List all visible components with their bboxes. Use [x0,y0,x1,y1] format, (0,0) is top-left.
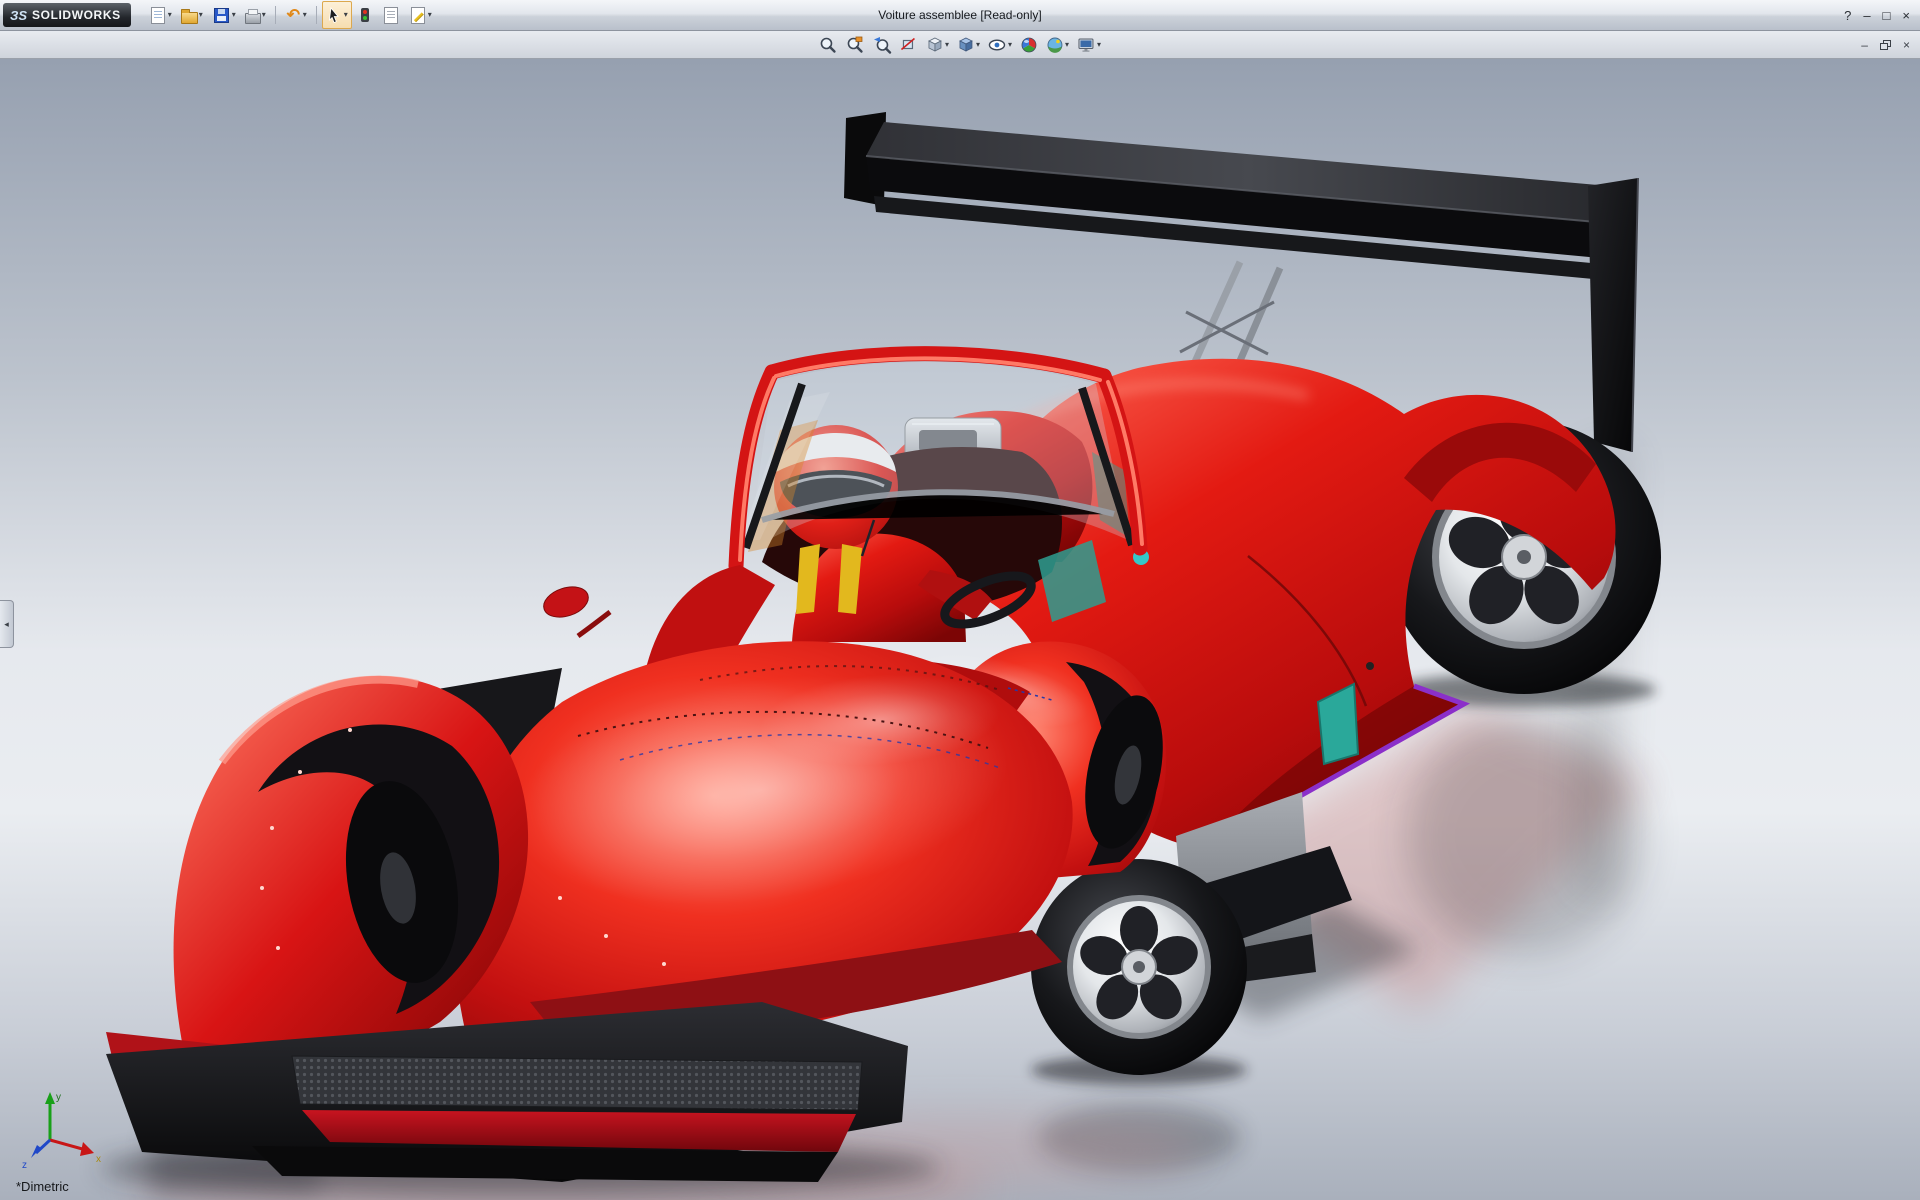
help-button[interactable]: ? [1844,8,1851,23]
heads-up-view-toolbar: ▾ ▾ ▾ [817,31,1103,58]
zoom-to-area-icon [846,36,865,54]
doc-close-button[interactable]: × [1903,38,1910,52]
view-orientation-button[interactable]: ▾ [924,33,951,57]
graphics-viewport[interactable]: y x z *Dimetric [0,59,1920,1200]
triad-x-label: x [96,1154,101,1165]
edit-appearance-button[interactable] [1018,33,1040,57]
rebuild-button[interactable] [353,1,377,29]
view-orientation-cube-icon [926,36,944,53]
print-icon [245,13,261,24]
new-document-button[interactable]: ▾ [145,1,176,29]
select-cursor-icon [326,7,343,24]
chevron-down-icon[interactable]: ▾ [199,11,203,19]
options-button[interactable]: ▾ [405,1,436,29]
hide-show-items-button[interactable]: ▾ [986,33,1014,57]
chevron-down-icon[interactable]: ▾ [303,11,307,19]
doc-restore-button[interactable] [1880,40,1891,50]
triad-y-label: y [56,1092,61,1103]
chevron-down-icon[interactable]: ▾ [428,11,432,19]
previous-view-button[interactable] [871,33,894,57]
minimize-button[interactable]: – [1863,8,1870,23]
heads-up-bar: ▾ ▾ ▾ [0,31,1920,59]
chevron-down-icon[interactable]: ▾ [168,11,172,19]
view-settings-monitor-icon [1077,36,1096,54]
solidworks-window: ЗS SOLIDWORKS ▾ ▾ ▾ ▾ ↶ ▾ [0,0,1920,1200]
toolbar-separator [275,6,276,24]
display-style-button[interactable]: ▾ [955,33,982,57]
rear-left-wheel [1031,859,1247,1075]
rebuild-traffic-light-icon [361,8,369,22]
chevron-down-icon[interactable]: ▾ [945,41,949,49]
grille-mesh [292,1056,862,1110]
display-style-cube-icon [957,36,975,53]
chevron-down-icon[interactable]: ▾ [262,11,266,19]
chevron-down-icon[interactable]: ▾ [1065,41,1069,49]
chevron-down-icon[interactable]: ▾ [232,11,236,19]
select-button[interactable]: ▾ [322,1,352,29]
title-bar: ЗS SOLIDWORKS ▾ ▾ ▾ ▾ ↶ ▾ [0,0,1920,31]
previous-view-icon [873,36,892,54]
view-settings-button[interactable]: ▾ [1075,33,1103,57]
scene-sphere-icon [1046,36,1064,54]
save-button[interactable]: ▾ [208,1,240,29]
appearance-sphere-icon [1020,36,1038,54]
new-document-icon [151,7,165,24]
maximize-button[interactable]: □ [1883,8,1891,23]
featuremanager-collapsed-tab[interactable]: ◂ [0,600,14,648]
window-controls: ? – □ × [1844,0,1910,30]
model-viewport-canvas: y x z [0,59,1920,1200]
document-title: Voiture assemblee [Read-only] [878,0,1041,30]
undo-arrow-icon: ↶ [285,7,302,24]
section-view-icon [900,36,918,54]
zoom-to-area-button[interactable] [844,33,867,57]
chevron-down-icon[interactable]: ▾ [1097,41,1101,49]
solidworks-logo: ЗS SOLIDWORKS [3,3,131,27]
triad-z-label: z [22,1160,27,1171]
open-button[interactable]: ▾ [177,1,207,29]
file-properties-icon [384,7,398,24]
document-window-controls: – × [1861,31,1910,58]
main-toolbar: ▾ ▾ ▾ ▾ ↶ ▾ [145,1,436,29]
section-view-button[interactable] [898,33,920,57]
open-folder-icon [181,12,198,24]
chevron-down-icon[interactable]: ▾ [1008,41,1012,49]
print-button[interactable]: ▾ [241,1,270,29]
3ds-logo-mark: ЗS [10,8,27,23]
close-button[interactable]: × [1902,8,1910,23]
eye-icon [988,36,1007,54]
toolbar-separator [316,6,317,24]
apply-scene-button[interactable]: ▾ [1044,33,1071,57]
zoom-to-fit-icon [819,36,838,54]
doc-minimize-button[interactable]: – [1861,38,1868,52]
chevron-down-icon[interactable]: ▾ [344,11,348,19]
file-properties-button[interactable] [378,1,404,29]
undo-button[interactable]: ↶ ▾ [281,1,311,29]
view-orientation-label: *Dimetric [16,1179,69,1194]
brand-name: SOLIDWORKS [32,8,121,22]
chevron-down-icon[interactable]: ▾ [976,41,980,49]
options-icon [411,7,425,24]
save-floppy-icon [214,8,229,23]
zoom-to-fit-button[interactable] [817,33,840,57]
